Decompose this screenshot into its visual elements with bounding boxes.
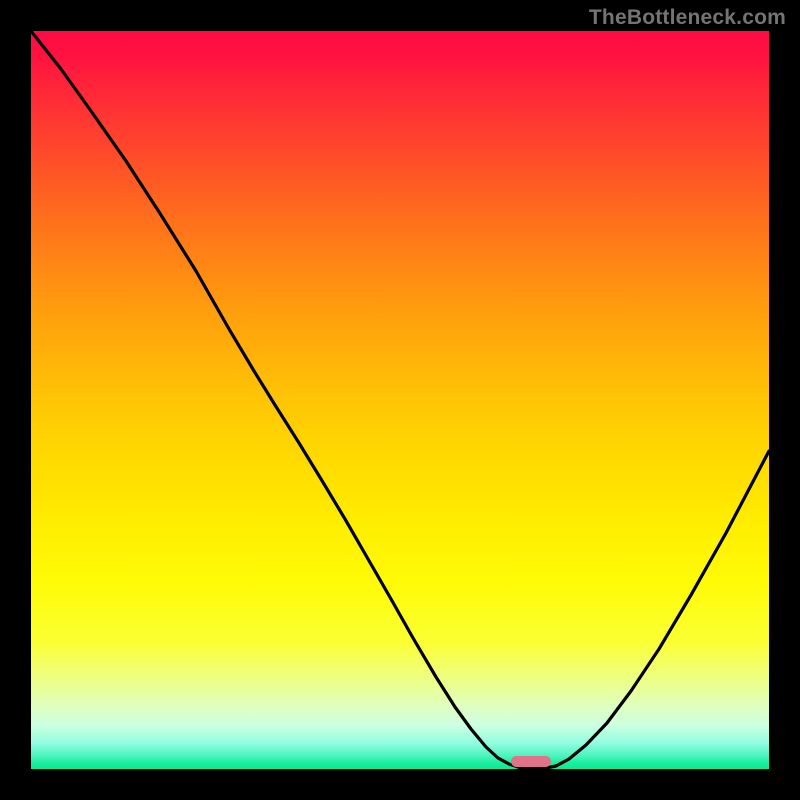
chart-frame: TheBottleneck.com	[0, 0, 800, 800]
bottleneck-curve	[31, 31, 769, 769]
watermark-text: TheBottleneck.com	[589, 6, 786, 30]
minimum-marker	[511, 756, 551, 767]
plot-area	[31, 31, 769, 769]
